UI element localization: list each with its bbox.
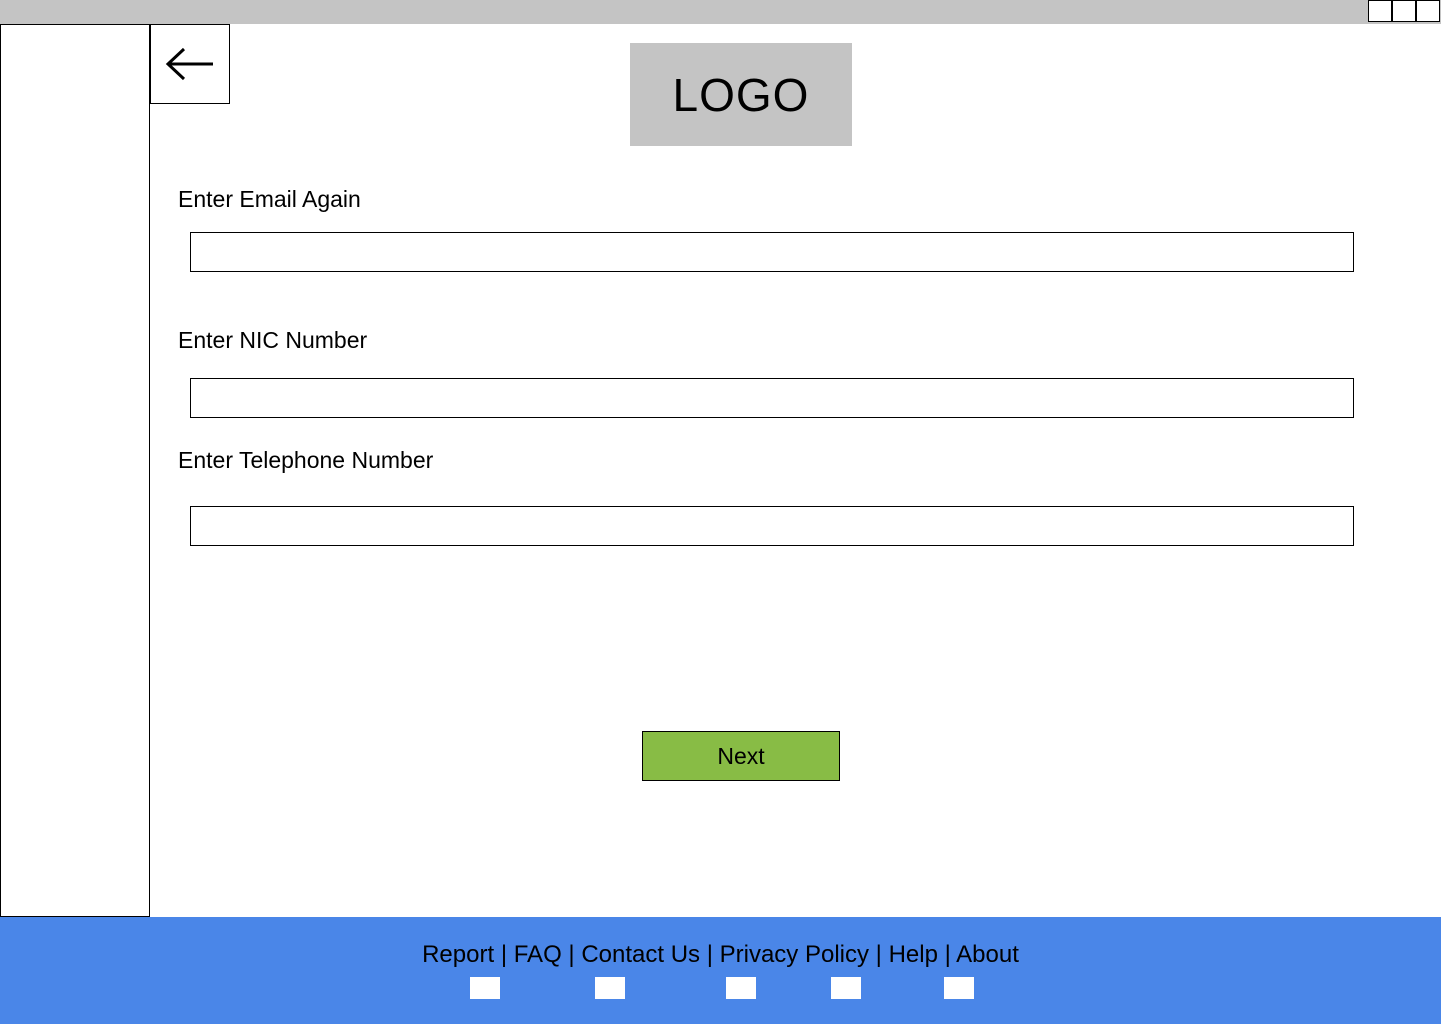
nic-input[interactable] bbox=[190, 378, 1354, 418]
footer-link-faq[interactable]: FAQ bbox=[514, 941, 562, 968]
email-input[interactable] bbox=[190, 232, 1354, 272]
sidebar bbox=[0, 24, 150, 917]
footer-link-help[interactable]: Help bbox=[889, 941, 938, 968]
footer-link-report[interactable]: Report bbox=[422, 941, 494, 968]
footer: Report | FAQ | Contact Us | Privacy Poli… bbox=[0, 917, 1441, 1024]
logo-text: LOGO bbox=[672, 68, 810, 121]
footer-links: Report | FAQ | Contact Us | Privacy Poli… bbox=[0, 941, 1441, 969]
footer-separator: | bbox=[706, 941, 713, 968]
footer-separator: | bbox=[875, 941, 882, 968]
telephone-label: Enter Telephone Number bbox=[178, 447, 434, 473]
nic-label: Enter NIC Number bbox=[178, 327, 368, 353]
footer-link-privacy-policy[interactable]: Privacy Policy bbox=[720, 941, 869, 968]
footer-separator: | bbox=[568, 941, 575, 968]
email-label: Enter Email Again bbox=[178, 186, 361, 212]
social-icon-4[interactable] bbox=[831, 977, 861, 999]
footer-link-about[interactable]: About bbox=[956, 941, 1019, 968]
next-button[interactable]: Next bbox=[642, 731, 840, 781]
telephone-input[interactable] bbox=[190, 506, 1354, 546]
back-button[interactable] bbox=[150, 24, 230, 104]
minimize-button[interactable] bbox=[1368, 0, 1392, 22]
social-icon-5[interactable] bbox=[944, 977, 974, 999]
close-button[interactable] bbox=[1416, 0, 1440, 22]
app-window: LOGO Enter Email Again Enter NIC Number … bbox=[0, 0, 1441, 1024]
arrow-left-icon bbox=[165, 47, 213, 81]
logo: LOGO bbox=[630, 43, 852, 146]
footer-separator: | bbox=[944, 941, 951, 968]
title-bar bbox=[0, 0, 1441, 24]
social-icon-1[interactable] bbox=[470, 977, 500, 999]
social-icon-3[interactable] bbox=[726, 977, 756, 999]
footer-separator: | bbox=[500, 941, 508, 968]
footer-link-contact-us[interactable]: Contact Us bbox=[581, 941, 700, 968]
social-icon-2[interactable] bbox=[595, 977, 625, 999]
maximize-button[interactable] bbox=[1392, 0, 1416, 22]
